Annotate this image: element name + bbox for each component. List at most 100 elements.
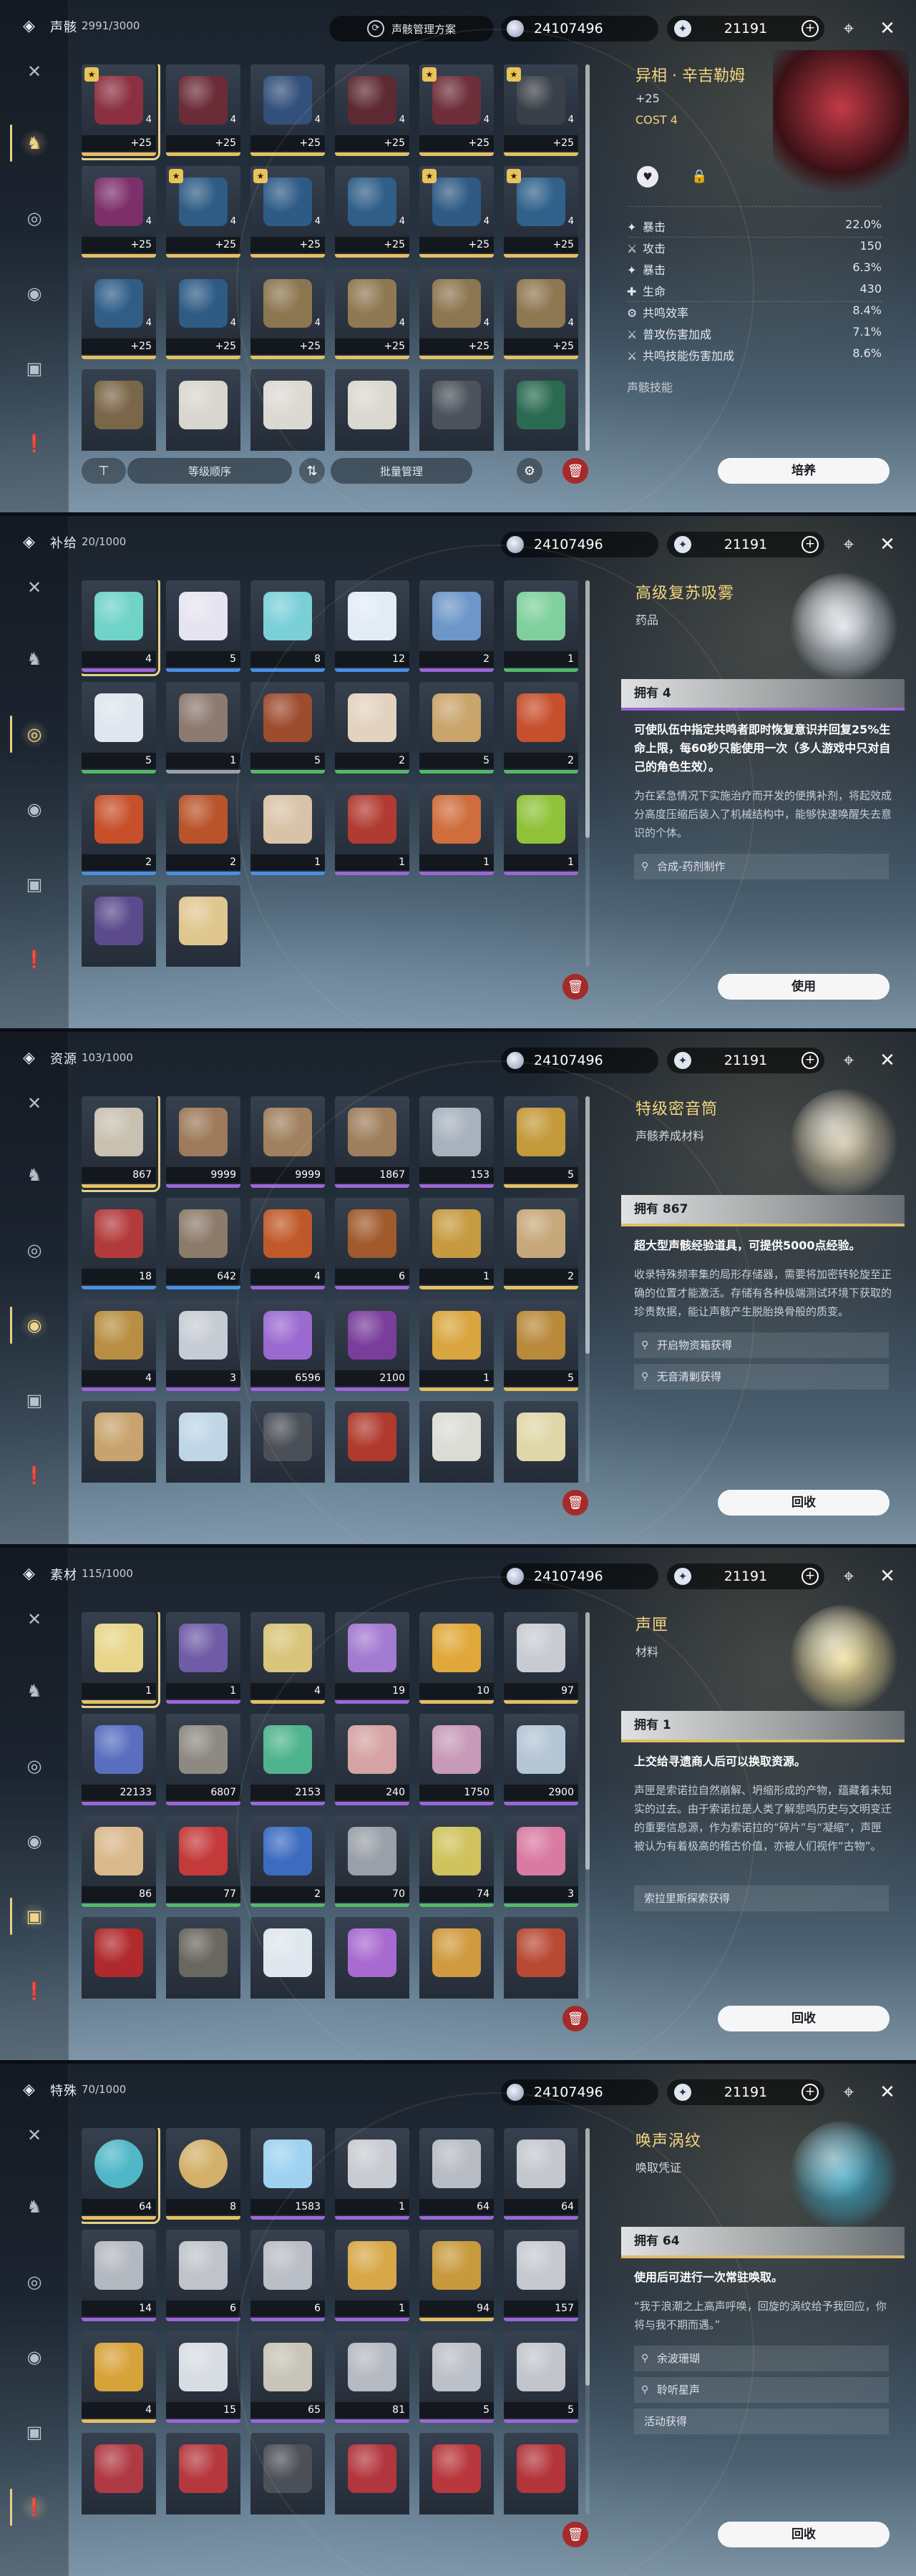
scroll-thumb[interactable] (585, 580, 590, 838)
item-slot[interactable]: 5 (504, 1096, 578, 1188)
echo-icon[interactable]: ♞ (20, 1677, 49, 1705)
item-slot[interactable]: 10 (419, 1612, 494, 1704)
target-icon[interactable]: ⌖ (836, 1048, 862, 1073)
item-slot[interactable] (82, 369, 156, 451)
item-slot[interactable]: 1867 (335, 1096, 409, 1188)
material-icon[interactable]: ▣ (10, 1898, 49, 1935)
close-icon[interactable]: ✕ (874, 1048, 900, 1073)
item-slot[interactable]: 94 (419, 2230, 494, 2321)
item-slot[interactable]: 5 (504, 2331, 578, 2423)
item-slot[interactable] (250, 1917, 325, 1999)
item-slot[interactable]: 1750 (419, 1714, 494, 1805)
swords-icon[interactable]: ✕ (20, 1089, 49, 1118)
item-slot[interactable]: 64 (504, 2128, 578, 2220)
item-slot[interactable]: 2 (82, 784, 156, 875)
material-icon[interactable]: ▣ (20, 870, 49, 899)
obtain-source[interactable]: 索拉里斯探索获得 (634, 1885, 889, 1911)
sort-order-button[interactable]: 等级顺序 (127, 458, 292, 484)
close-icon[interactable]: ✕ (874, 2079, 900, 2105)
item-slot[interactable]: 240 (335, 1714, 409, 1805)
item-slot[interactable]: ★ +25 4 (166, 166, 240, 258)
item-slot[interactable]: +25 4 (250, 64, 325, 156)
item-slot[interactable]: 6 (166, 2230, 240, 2321)
echo-icon[interactable]: ♞ (10, 125, 49, 162)
item-slot[interactable] (419, 1917, 494, 1999)
item-slot[interactable]: 153 (419, 1096, 494, 1188)
resource-icon[interactable]: ◉ (20, 795, 49, 824)
item-slot[interactable]: 1 (504, 580, 578, 672)
grid-scrollbar[interactable] (585, 1096, 590, 1483)
item-slot[interactable]: 5 (166, 580, 240, 672)
item-slot[interactable]: 642 (166, 1198, 240, 1289)
target-icon[interactable]: ⌖ (836, 1563, 862, 1589)
item-slot[interactable]: 4 (250, 1198, 325, 1289)
material-icon[interactable]: ▣ (20, 354, 49, 383)
discard-icon[interactable]: 🗑 (562, 2522, 588, 2547)
item-slot[interactable] (419, 2433, 494, 2514)
item-slot[interactable] (166, 885, 240, 967)
echo-icon[interactable]: ♞ (20, 1161, 49, 1189)
close-icon[interactable]: ✕ (874, 532, 900, 557)
pill-icon[interactable]: ◎ (10, 716, 49, 753)
item-slot[interactable]: 1 (419, 1299, 494, 1391)
swords-icon[interactable]: ✕ (20, 57, 49, 86)
pill-icon[interactable]: ◎ (20, 1752, 49, 1780)
item-slot[interactable]: 65 (250, 2331, 325, 2423)
discard-icon[interactable]: 🗑 (562, 974, 588, 1000)
obtain-source[interactable]: ⚲ 合成-药剂制作 (634, 854, 889, 879)
item-slot[interactable]: +25 4 (335, 166, 409, 258)
item-slot[interactable]: 867 (82, 1096, 160, 1192)
item-slot[interactable]: 9999 (166, 1096, 240, 1188)
item-slot[interactable]: ★ +25 4 (419, 64, 494, 156)
resource-icon[interactable]: ◉ (20, 1827, 49, 1855)
item-slot[interactable] (250, 1401, 325, 1483)
item-slot[interactable]: 64 (419, 2128, 494, 2220)
item-slot[interactable] (335, 2433, 409, 2514)
resource-icon[interactable]: ◉ (10, 1307, 49, 1344)
scroll-thumb[interactable] (585, 1612, 590, 1870)
item-slot[interactable] (166, 369, 240, 451)
obtain-source[interactable]: ⚲ 开启物资箱获得 (634, 1332, 889, 1358)
obtain-source[interactable]: ⚲ 聆听星声 (634, 2377, 889, 2403)
item-slot[interactable]: +25 4 (504, 268, 578, 359)
item-slot[interactable]: +25 4 (166, 64, 240, 156)
item-slot[interactable]: 64 (82, 2128, 160, 2224)
lock-icon[interactable]: 🔒 (691, 169, 707, 184)
item-slot[interactable]: 4 (82, 1299, 156, 1391)
discard-icon[interactable]: 🗑 (562, 2006, 588, 2031)
primary-action-button[interactable]: 回收 (718, 2522, 890, 2547)
item-slot[interactable]: 5 (504, 1299, 578, 1391)
item-slot[interactable]: 8 (250, 580, 325, 672)
item-slot[interactable] (82, 2433, 156, 2514)
special-icon[interactable]: ❗ (20, 429, 49, 458)
grid-scrollbar[interactable] (585, 2128, 590, 2514)
special-icon[interactable]: ❗ (20, 1461, 49, 1490)
item-slot[interactable]: 2 (504, 682, 578, 774)
primary-action-button[interactable]: 回收 (718, 1490, 890, 1516)
item-slot[interactable]: 2 (166, 784, 240, 875)
item-slot[interactable]: 9999 (250, 1096, 325, 1188)
item-slot[interactable]: 4 (82, 580, 160, 676)
settings-icon[interactable]: ⚙ (517, 458, 542, 484)
item-slot[interactable]: +25 4 (335, 268, 409, 359)
pill-icon[interactable]: ◎ (20, 2268, 49, 2296)
close-icon[interactable]: ✕ (874, 16, 900, 42)
item-slot[interactable]: ★ +25 4 (82, 64, 160, 160)
item-slot[interactable]: +25 4 (335, 64, 409, 156)
target-icon[interactable]: ⌖ (836, 532, 862, 557)
grid-scrollbar[interactable] (585, 580, 590, 967)
item-slot[interactable]: 6 (335, 1198, 409, 1289)
pill-icon[interactable]: ◎ (20, 204, 49, 233)
item-slot[interactable] (82, 1917, 156, 1999)
item-slot[interactable]: 2 (419, 580, 494, 672)
item-slot[interactable]: ★ +25 4 (504, 166, 578, 258)
item-slot[interactable]: 5 (419, 682, 494, 774)
primary-action-button[interactable]: 回收 (718, 2006, 890, 2031)
item-slot[interactable] (504, 369, 578, 451)
item-slot[interactable]: 74 (419, 1815, 494, 1907)
item-slot[interactable]: 1 (335, 784, 409, 875)
item-slot[interactable]: 4 (82, 2331, 156, 2423)
item-slot[interactable]: 157 (504, 2230, 578, 2321)
item-slot[interactable] (419, 1401, 494, 1483)
swords-icon[interactable]: ✕ (20, 573, 49, 602)
